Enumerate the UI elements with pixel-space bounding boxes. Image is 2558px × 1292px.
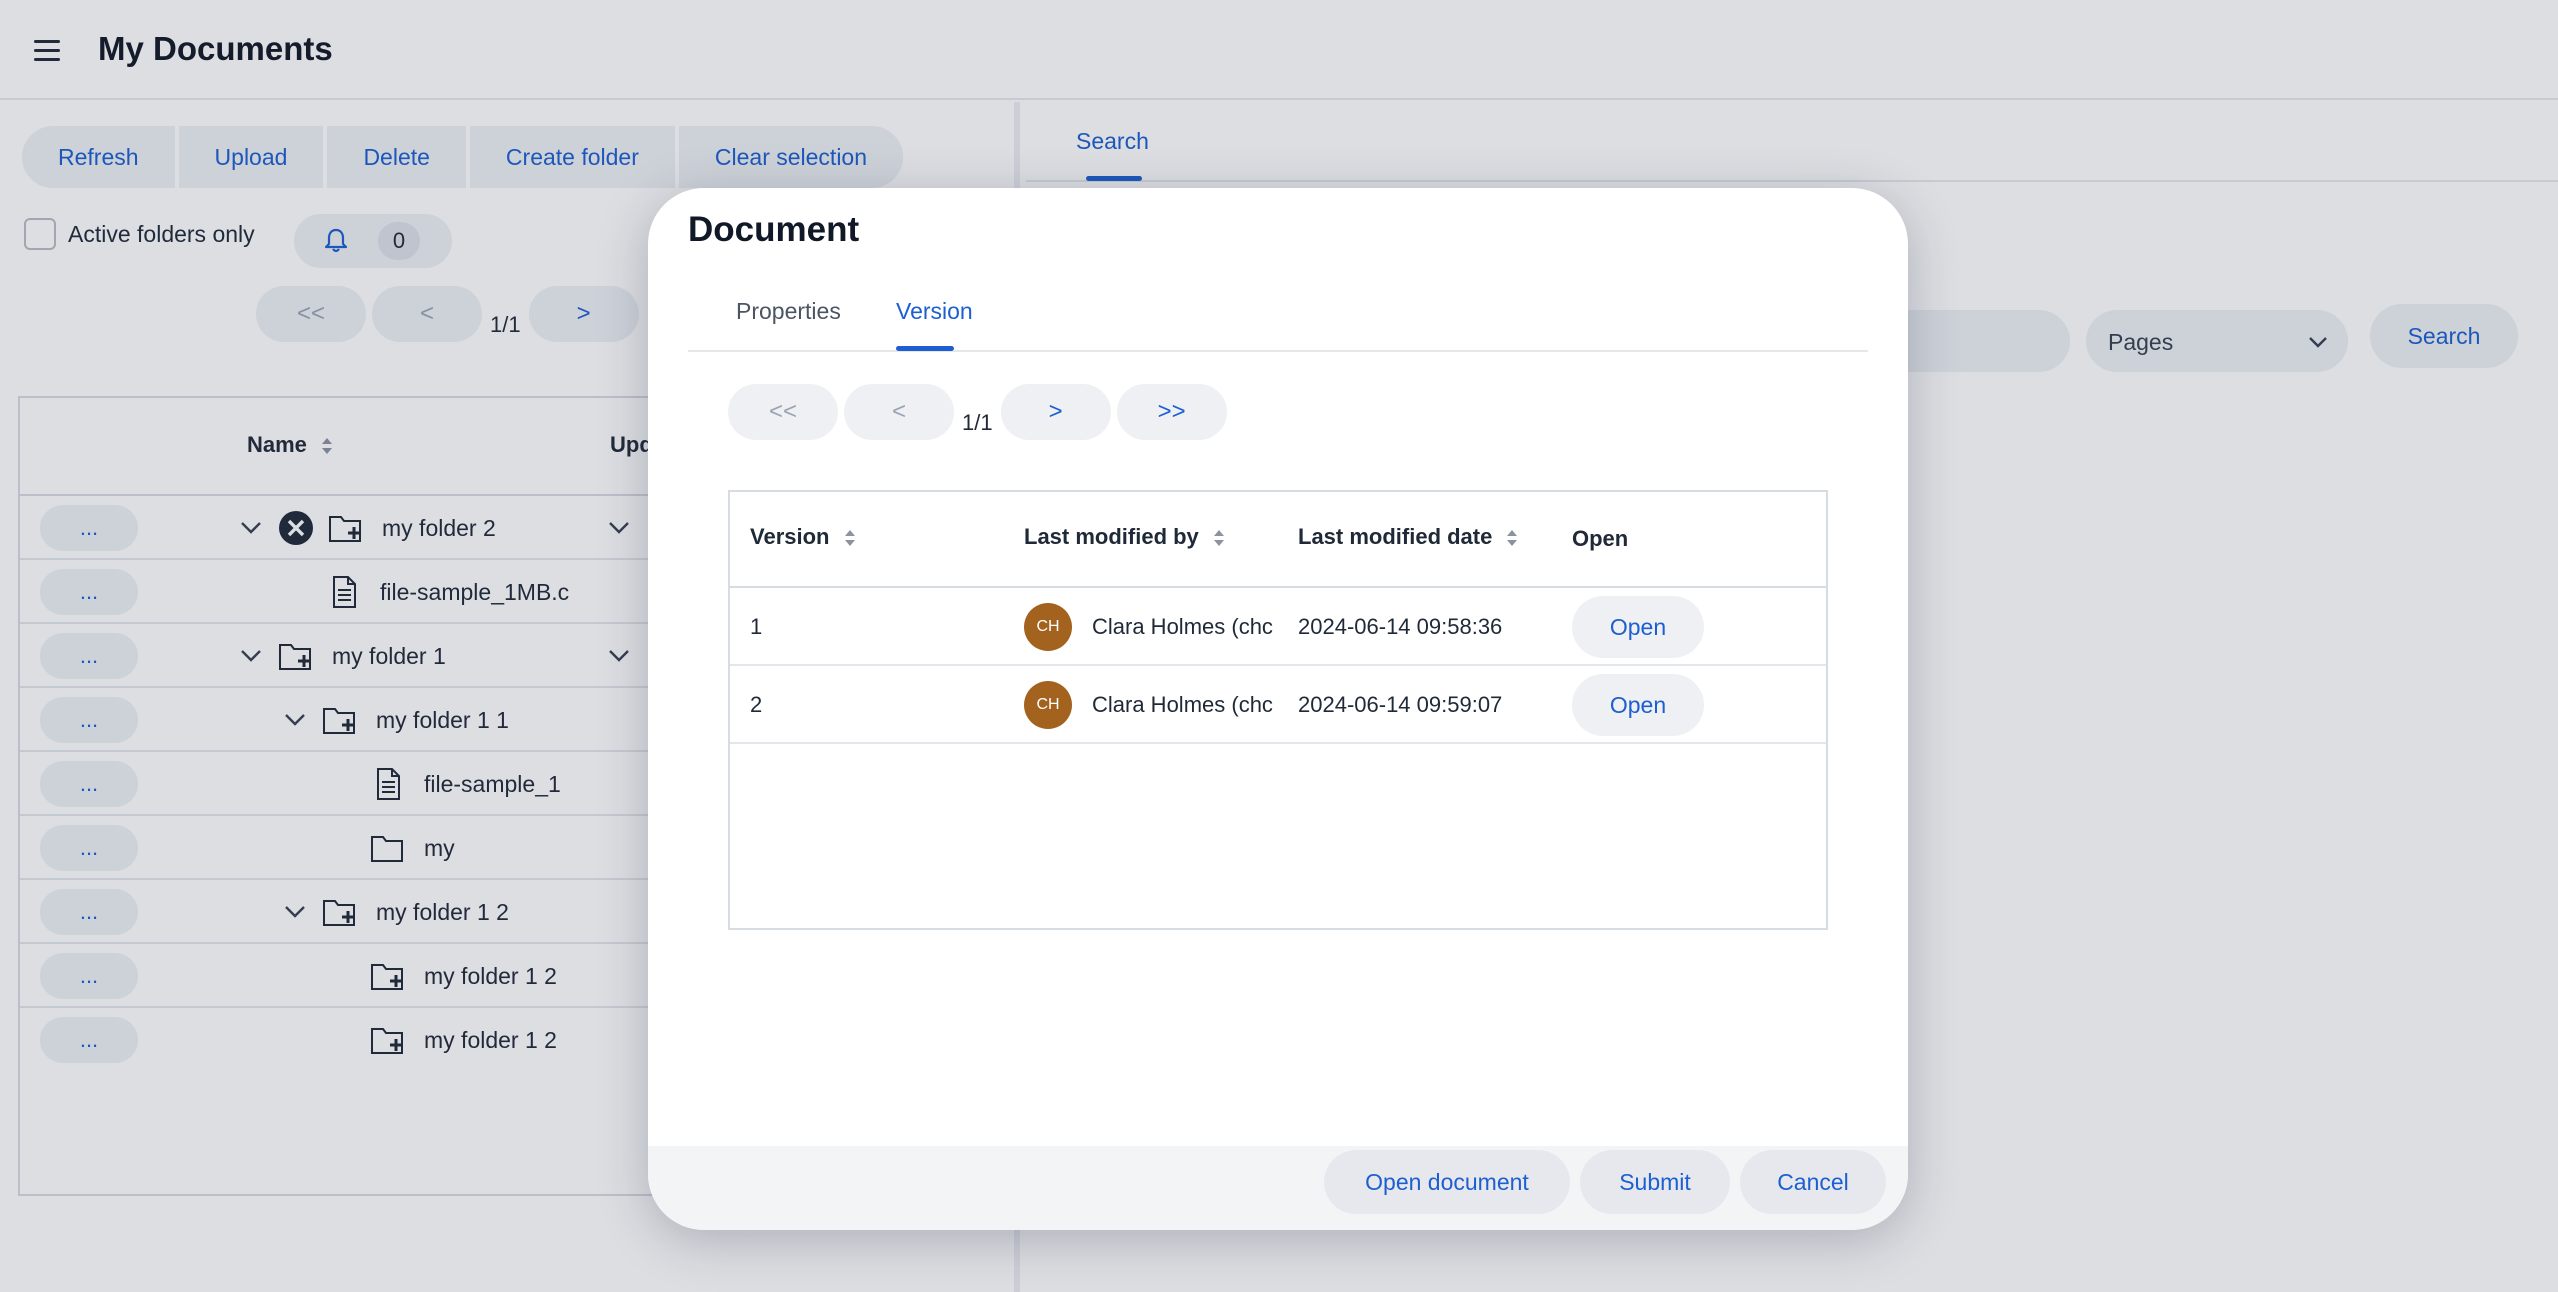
sort-icon <box>1507 530 1518 547</box>
modified-by-cell: CH Clara Holmes (chc <box>1024 588 1278 666</box>
user-name: Clara Holmes (chc <box>1092 692 1273 717</box>
pager-page-label: 1/1 <box>962 410 993 435</box>
avatar: CH <box>1024 603 1072 651</box>
version-pager: << < 1/1 > >> <box>728 384 1227 440</box>
pager-next-button[interactable]: > <box>1000 384 1111 440</box>
pager-last-button[interactable]: >> <box>1116 384 1227 440</box>
avatar: CH <box>1024 681 1072 729</box>
sort-icon <box>1213 530 1224 547</box>
modified-date-column-header[interactable]: Last modified date <box>1298 524 1518 550</box>
document-dialog: Document Properties Version << < 1/1 > >… <box>648 188 1908 1230</box>
dialog-footer: Open document Submit Cancel <box>648 1146 1908 1230</box>
dialog-title: Document <box>688 210 860 249</box>
dialog-tabs: Properties Version <box>688 288 1868 352</box>
pager-prev-button[interactable]: < <box>844 384 954 440</box>
cancel-button[interactable]: Cancel <box>1740 1150 1886 1214</box>
submit-button[interactable]: Submit <box>1580 1150 1730 1214</box>
version-cell: 2 <box>750 692 763 717</box>
version-column-header[interactable]: Version <box>750 524 856 550</box>
modified-date-cell: 2024-06-14 09:58:36 <box>1298 614 1503 639</box>
modified-date-cell: 2024-06-14 09:59:07 <box>1298 692 1503 717</box>
modified-date-header-label: Last modified date <box>1298 524 1493 549</box>
open-version-button[interactable]: Open <box>1572 674 1704 736</box>
modified-by-column-header[interactable]: Last modified by <box>1024 524 1225 550</box>
tab-version[interactable]: Version <box>896 298 973 325</box>
open-cell: Open <box>1572 666 1772 744</box>
modified-by-cell: CH Clara Holmes (chc <box>1024 666 1278 744</box>
sort-icon <box>844 530 855 547</box>
version-cell: 1 <box>750 614 763 639</box>
open-version-button[interactable]: Open <box>1572 596 1704 658</box>
table-row: 2 CH Clara Holmes (chc 2024-06-14 09:59:… <box>730 666 1826 744</box>
active-tab-indicator <box>896 346 954 351</box>
open-cell: Open <box>1572 588 1772 666</box>
tab-properties[interactable]: Properties <box>736 298 841 325</box>
open-document-button[interactable]: Open document <box>1324 1150 1570 1214</box>
version-header-label: Version <box>750 524 830 549</box>
open-column-header: Open <box>1572 526 1629 551</box>
pager-first-button[interactable]: << <box>728 384 838 440</box>
version-table-header: Version Last modified by Last modified d… <box>730 492 1826 588</box>
table-row: 1 CH Clara Holmes (chc 2024-06-14 09:58:… <box>730 588 1826 666</box>
version-table: Version Last modified by Last modified d… <box>728 490 1828 930</box>
user-name: Clara Holmes (chc <box>1092 614 1273 639</box>
modified-by-header-label: Last modified by <box>1024 524 1199 549</box>
